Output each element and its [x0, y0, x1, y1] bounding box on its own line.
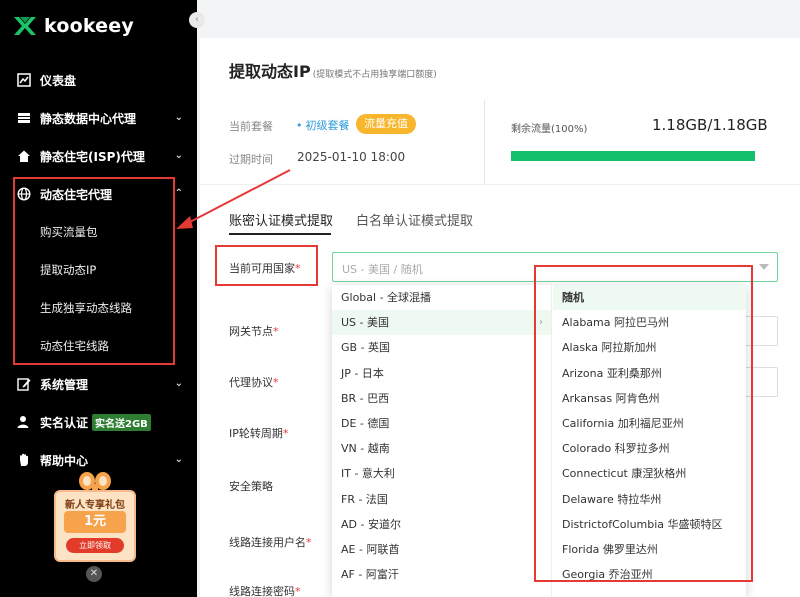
- security-label: 安全策略: [229, 478, 273, 494]
- protocol-label: 代理协议*: [229, 374, 279, 390]
- gateway-label: 网关节点*: [229, 323, 279, 339]
- gift-title: 新人专享礼包: [65, 500, 125, 511]
- recharge-button[interactable]: 流量充值: [356, 114, 416, 134]
- active-tab-indicator: [229, 233, 331, 235]
- chevron-down-icon: ⌄: [174, 454, 183, 465]
- country-option[interactable]: US - 美国 ›: [332, 310, 551, 336]
- label-text: 代理协议: [229, 376, 273, 389]
- country-select-value: US - 美国 / 随机: [342, 263, 423, 276]
- country-option[interactable]: FR - 法国: [332, 487, 551, 512]
- country-option[interactable]: IT - 意大利: [332, 461, 551, 486]
- sidebar-item-isp[interactable]: 静态住宅(ISP)代理 ⌄: [0, 137, 197, 175]
- country-option-label: DE - 德国: [341, 416, 390, 430]
- chevron-up-icon: ⌃: [174, 188, 183, 199]
- chart-icon: [16, 72, 32, 88]
- kookeey-logo-icon: [14, 17, 36, 35]
- required-mark: *: [273, 325, 279, 338]
- username-label: 线路连接用户名*: [229, 534, 312, 550]
- country-list: Global - 全球混播 US - 美国 › GB - 英国 JP - 日本 BR - …: [332, 285, 552, 597]
- sidebar-item-label: 静态住宅(ISP)代理: [40, 149, 145, 164]
- sidebar-item-dashboard[interactable]: 仪表盘: [0, 61, 197, 99]
- traffic-label: 剩余流量(100%): [511, 124, 588, 135]
- required-mark: *: [273, 376, 279, 389]
- sidebar-item-label: 实名认证: [40, 415, 89, 430]
- required-mark: *: [295, 585, 301, 597]
- gift-price: 1元: [64, 511, 126, 533]
- rotation-label: IP轮转周期*: [229, 425, 288, 441]
- country-option[interactable]: BR - 巴西: [332, 386, 551, 411]
- server-icon: [16, 110, 32, 126]
- verification-badge: 实名送2GB: [92, 413, 151, 431]
- traffic-progress-fill: [511, 151, 755, 161]
- country-option[interactable]: AF - 阿富汗: [332, 562, 551, 587]
- country-option[interactable]: AE - 阿联酋: [332, 537, 551, 562]
- chevron-down-icon: ⌄: [174, 150, 183, 161]
- label-text: 网关节点: [229, 325, 273, 338]
- label-text: 安全策略: [229, 480, 273, 493]
- country-option-label: AE - 阿联酋: [341, 542, 400, 556]
- country-option-label: BR - 巴西: [341, 391, 390, 405]
- brand-name: kookeey: [44, 15, 134, 37]
- country-option-label: JP - 日本: [341, 366, 384, 380]
- chevron-down-icon: ⌄: [174, 378, 183, 389]
- highlight-box-sidebar: [13, 177, 175, 365]
- sidebar-item-verification[interactable]: 实名认证 实名送2GB: [0, 403, 197, 441]
- country-option[interactable]: DE - 德国: [332, 411, 551, 436]
- page-title: 提取动态IP (提取模式不占用独享端口额度): [229, 58, 437, 82]
- country-option-label: IT - 意大利: [341, 467, 395, 481]
- country-option[interactable]: VN - 越南: [332, 436, 551, 461]
- expire-label: 过期时间: [229, 153, 273, 166]
- country-option-label: FR - 法国: [341, 492, 388, 506]
- sidebar-item-label: 仪表盘: [40, 73, 77, 88]
- user-icon: [16, 414, 32, 430]
- country-option-label: VN - 越南: [341, 442, 390, 456]
- traffic-progress-bar: [511, 151, 755, 161]
- sidebar-item-system[interactable]: 系统管理 ⌄: [0, 365, 197, 403]
- label-text: 线路连接密码: [229, 585, 295, 597]
- chevron-down-icon: ⌄: [174, 112, 183, 123]
- sidebar-item-label: 系统管理: [40, 377, 89, 392]
- label-text: IP轮转周期: [229, 427, 283, 440]
- country-option[interactable]: JP - 日本: [332, 361, 551, 386]
- divider: [200, 184, 800, 185]
- country-option[interactable]: Global - 全球混播: [332, 285, 551, 310]
- highlight-box-regions: [534, 265, 753, 582]
- divider: [484, 100, 485, 184]
- home-icon: [16, 148, 32, 164]
- plan-value: 初级套餐: [296, 117, 350, 133]
- country-option-label: AD - 安道尔: [341, 517, 401, 531]
- country-option[interactable]: GB - 英国: [332, 335, 551, 360]
- brand-logo[interactable]: kookeey: [12, 12, 134, 40]
- country-option-label: GB - 英国: [341, 341, 391, 355]
- required-mark: *: [306, 536, 312, 549]
- country-option-label: AF - 阿富汗: [341, 568, 399, 582]
- gift-claim-button[interactable]: 立即领取: [66, 538, 124, 553]
- collapse-sidebar-icon[interactable]: ‹: [189, 12, 205, 28]
- required-mark: *: [282, 427, 289, 440]
- password-label: 线路连接密码*: [229, 583, 301, 597]
- sidebar-item-label: 静态数据中心代理: [40, 111, 137, 126]
- sidebar-item-datacenter[interactable]: 静态数据中心代理 ⌄: [0, 99, 197, 137]
- label-text: 线路连接用户名: [229, 536, 306, 549]
- sidebar-item-label: 帮助中心: [40, 453, 89, 468]
- country-option-label: US - 美国: [341, 316, 389, 330]
- highlight-box-country-label: [215, 245, 318, 286]
- plan-label: 当前套餐: [229, 120, 273, 133]
- country-option-label: Global - 全球混播: [341, 291, 432, 304]
- country-option[interactable]: AD - 安道尔: [332, 512, 551, 537]
- traffic-value: 1.18GB/1.18GB: [652, 116, 768, 134]
- caret-down-icon: [759, 264, 769, 270]
- close-icon[interactable]: ✕: [86, 566, 102, 582]
- page-subtitle: (提取模式不占用独享端口额度): [312, 70, 437, 80]
- tab-whitelist-auth[interactable]: 白名单认证模式提取: [356, 210, 473, 229]
- tab-password-auth[interactable]: 账密认证模式提取: [229, 210, 333, 229]
- newcomer-gift-banner[interactable]: 新人专享礼包 1元 立即领取: [52, 468, 138, 563]
- hand-icon: [16, 452, 32, 468]
- page-title-text: 提取动态IP: [229, 62, 311, 81]
- edit-icon: [16, 376, 32, 392]
- expire-value: 2025-01-10 18:00: [297, 150, 406, 164]
